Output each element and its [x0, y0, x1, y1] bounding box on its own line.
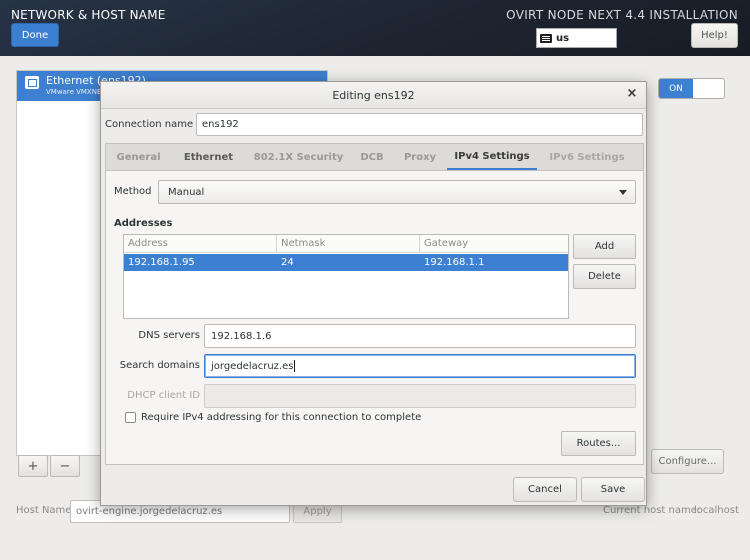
column-divider — [419, 235, 420, 253]
addresses-title: Addresses — [114, 218, 173, 229]
gateway-cell[interactable]: 192.168.1.1 — [424, 257, 484, 268]
addresses-table-header: Address Netmask Gateway — [124, 235, 568, 253]
table-row[interactable]: 192.168.1.95 24 192.168.1.1 — [124, 254, 568, 271]
tab-proxy[interactable]: Proxy — [393, 144, 447, 170]
tab-8021x-security[interactable]: 802.1X Security — [246, 144, 351, 170]
column-header-address[interactable]: Address — [128, 238, 168, 249]
settings-tab-bar: General Ethernet 802.1X Security DCB Pro… — [105, 143, 644, 170]
help-button[interactable]: Help! — [691, 23, 738, 48]
dns-servers-input[interactable]: 192.168.1.6 — [204, 324, 636, 348]
require-ipv4-checkbox[interactable] — [125, 412, 136, 423]
require-ipv4-label: Require IPv4 addressing for this connect… — [141, 412, 422, 423]
chevron-down-icon — [619, 190, 627, 195]
require-ipv4-option[interactable]: Require IPv4 addressing for this connect… — [125, 412, 421, 423]
dhcp-client-id-input[interactable] — [204, 384, 636, 408]
product-title: OVIRT NODE NEXT 4.4 INSTALLATION — [506, 8, 738, 22]
text-cursor — [294, 360, 296, 372]
done-button[interactable]: Done — [11, 23, 59, 47]
current-host-name-value: localhost — [694, 505, 739, 516]
tab-ethernet[interactable]: Ethernet — [171, 144, 246, 170]
configure-button[interactable]: Configure... — [651, 449, 724, 474]
keyboard-icon — [540, 33, 552, 43]
save-button[interactable]: Save — [581, 477, 645, 502]
dialog-title: Editing ens192 — [332, 89, 415, 102]
top-header: NETWORK & HOST NAME OVIRT NODE NEXT 4.4 … — [0, 0, 750, 56]
connection-name-input[interactable]: ens192 — [196, 113, 643, 136]
device-on-off-switch[interactable]: ON — [658, 78, 725, 99]
search-domains-value: jorgedelacruz.es — [211, 360, 294, 372]
tab-dcb[interactable]: DCB — [351, 144, 393, 170]
address-cell[interactable]: 192.168.1.95 — [128, 257, 195, 268]
editing-connection-dialog: Editing ens192 × Connection name ens192 … — [100, 81, 647, 506]
keyboard-layout-label: us — [556, 32, 570, 44]
column-header-gateway[interactable]: Gateway — [424, 238, 468, 249]
ipv4-settings-panel: Method Manual Addresses Address Netmask … — [105, 170, 644, 465]
host-name-label: Host Name: — [16, 505, 75, 516]
addresses-table[interactable]: Address Netmask Gateway 192.168.1.95 24 … — [123, 234, 569, 319]
current-host-name-label: Current host name: — [603, 505, 701, 516]
routes-button[interactable]: Routes... — [561, 431, 636, 456]
search-domains-label: Search domains — [119, 360, 200, 371]
add-device-button[interactable]: + — [18, 455, 48, 477]
add-address-button[interactable]: Add — [573, 234, 636, 259]
dhcp-client-id-label: DHCP client ID — [127, 390, 200, 401]
column-divider — [276, 235, 277, 253]
method-label: Method — [114, 186, 152, 197]
cancel-button[interactable]: Cancel — [513, 477, 577, 502]
tab-ipv4-settings[interactable]: IPv4 Settings — [447, 144, 537, 170]
method-dropdown[interactable]: Manual — [158, 180, 636, 204]
remove-device-button[interactable]: − — [50, 455, 80, 477]
method-value: Manual — [168, 186, 205, 198]
netmask-cell[interactable]: 24 — [281, 257, 294, 268]
ethernet-icon — [25, 76, 39, 89]
tab-ipv6-settings[interactable]: IPv6 Settings — [537, 144, 637, 170]
tab-general[interactable]: General — [106, 144, 171, 170]
connection-name-label: Connection name — [105, 119, 194, 130]
switch-on-label: ON — [659, 79, 693, 98]
spoke-title: NETWORK & HOST NAME — [11, 8, 166, 22]
dns-servers-label: DNS servers — [138, 330, 200, 341]
dialog-header: Editing ens192 × — [101, 82, 646, 109]
search-domains-input[interactable]: jorgedelacruz.es — [204, 354, 636, 378]
close-icon[interactable]: × — [625, 87, 639, 101]
keyboard-layout-indicator[interactable]: us — [536, 28, 617, 48]
delete-address-button[interactable]: Delete — [573, 264, 636, 289]
column-header-netmask[interactable]: Netmask — [281, 238, 325, 249]
